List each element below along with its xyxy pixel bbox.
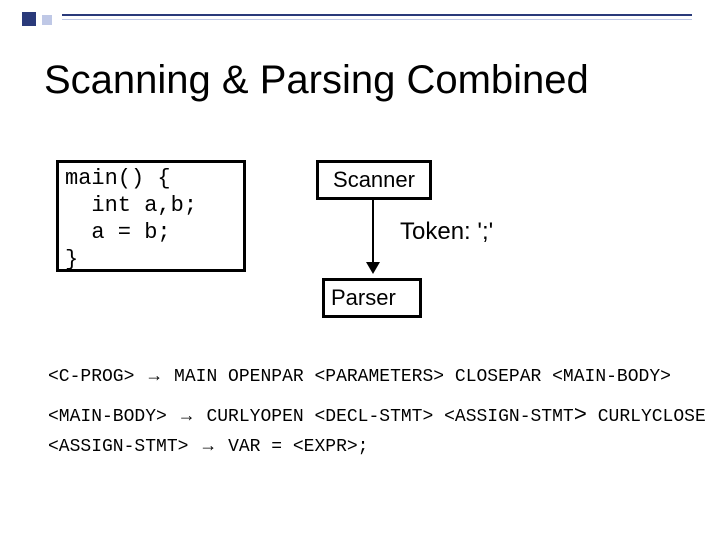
header-decor [22,12,52,26]
code-line-3: a = b; [65,220,171,245]
arrow-icon: → [145,365,163,385]
big-angle: > [574,403,587,428]
rule2-rhs-a: CURLYOPEN <DECL-STMT> <ASSIGN-STMT [206,407,573,427]
rule3-rhs: VAR = <EXPR>; [228,437,368,457]
rule2-rhs-b: CURLYCLOSE [598,407,706,427]
arrow-icon: → [199,435,217,455]
source-code-box: main() { int a,b; a = b; } [56,160,246,272]
rule1-lhs: <C-PROG> [48,367,134,387]
arrow-icon: → [178,405,196,425]
header-rule [62,14,692,20]
grammar-rule-2: <MAIN-BODY> → CURLYOPEN <DECL-STMT> <ASS… [48,400,706,432]
scanner-box: Scanner [316,160,432,200]
token-value: ';' [477,218,493,245]
rule2-lhs: <MAIN-BODY> [48,407,167,427]
decor-square-large [22,12,36,26]
parser-box: Parser [322,278,422,318]
code-line-1: main() { [65,166,171,191]
slide-title: Scanning & Parsing Combined [44,58,589,103]
token-output: Token: ';' [400,218,493,246]
arrow-down-icon [372,200,374,272]
grammar-rule-3: <ASSIGN-STMT> → VAR = <EXPR>; [48,430,369,462]
decor-square-small [42,15,52,25]
rule3-lhs: <ASSIGN-STMT> [48,437,188,457]
grammar-rule-1: <C-PROG> → MAIN OPENPAR <PARAMETERS> CLO… [48,360,671,392]
token-prefix: Token: [400,218,477,245]
code-line-2: int a,b; [65,193,197,218]
rule1-rhs: MAIN OPENPAR <PARAMETERS> CLOSEPAR <MAIN… [174,367,671,387]
code-line-4: } [65,247,78,272]
